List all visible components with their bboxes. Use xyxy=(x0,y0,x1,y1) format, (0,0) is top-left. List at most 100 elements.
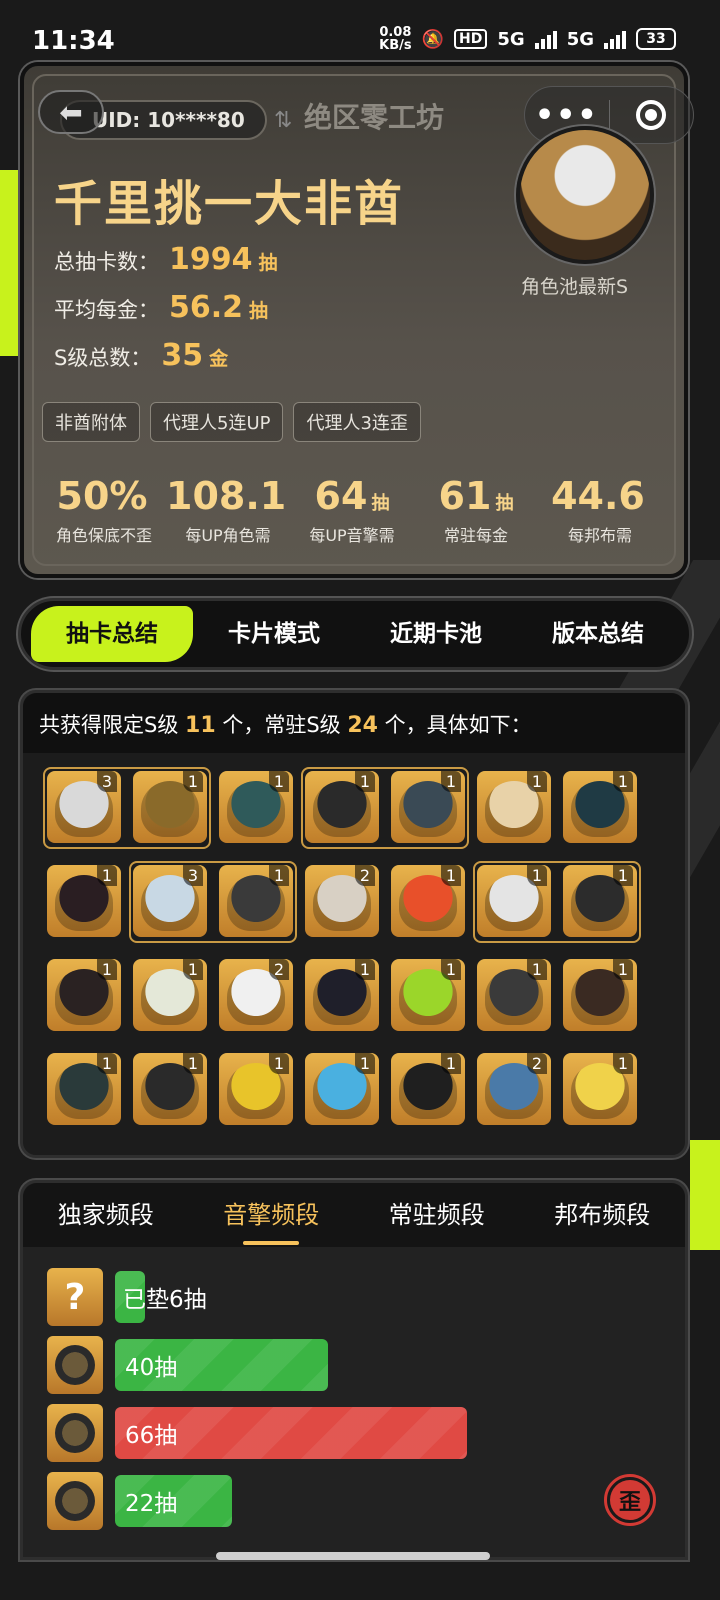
swap-icon[interactable]: ⇅ xyxy=(274,108,292,133)
item-count: 1 xyxy=(96,959,117,980)
item-count: 1 xyxy=(182,771,203,792)
item-slot-engine-2[interactable]: 1 xyxy=(391,771,465,843)
tag: 代理人3连歪 xyxy=(293,402,421,442)
pity-bar: 22抽 xyxy=(115,1475,232,1527)
pity-bar: 已垫6抽 xyxy=(115,1271,207,1323)
item-slot-char-5[interactable]: 1 xyxy=(563,771,637,843)
tag-list: 非酋附体 代理人5连UP 代理人3连歪 xyxy=(42,402,421,442)
item-slot-char-1[interactable]: 3 xyxy=(47,771,121,843)
unknown-icon[interactable]: ? xyxy=(47,1268,103,1326)
pity-row: 40抽 xyxy=(47,1335,328,1395)
item-count: 1 xyxy=(354,771,375,792)
item-slot-bangboo-12[interactable]: 2 xyxy=(477,1053,551,1125)
item-slot-bangboo-5[interactable]: 1 xyxy=(477,959,551,1031)
pity-row: 22抽 xyxy=(47,1471,232,1531)
net-speed: 0.08 KB/s xyxy=(379,25,412,53)
item-slot-char-7[interactable]: 3 xyxy=(133,865,207,937)
item-slot-char-9[interactable]: 1 xyxy=(391,865,465,937)
kpi-item: 108.1 每UP角色需 xyxy=(166,474,287,545)
item-slot-bangboo-1[interactable]: 1 xyxy=(133,959,207,1031)
stat-total-pulls: 总抽卡数： 1994 抽 xyxy=(54,242,278,277)
status-icons: 0.08 KB/s 🔕 HD 5G 5G 33 xyxy=(379,26,676,52)
item-count: 1 xyxy=(268,771,289,792)
item-slot-engine-3[interactable]: 1 xyxy=(219,865,293,937)
item-slot-char-3[interactable]: 1 xyxy=(305,771,379,843)
kpi-item: 44.6 每邦布需 xyxy=(551,474,645,545)
tab-pull-summary[interactable]: 抽卡总结 xyxy=(31,606,193,662)
tab-version-summary[interactable]: 版本总结 xyxy=(517,606,679,662)
item-count: 1 xyxy=(268,865,289,886)
results-summary: 共获得限定S级 11 个，常驻S级 24 个，具体如下： xyxy=(23,693,685,753)
wengine-icon[interactable] xyxy=(47,1404,103,1462)
tab-card-mode[interactable]: 卡片模式 xyxy=(193,606,355,662)
item-count: 1 xyxy=(354,959,375,980)
tag: 非酋附体 xyxy=(42,402,140,442)
item-count: 1 xyxy=(526,959,547,980)
profile-card: UID: 10****80 ⬅ ⇅ 绝区零工坊 ••• 千里挑一大非酋 总抽卡数… xyxy=(20,62,694,578)
item-slot-bangboo-13[interactable]: 1 xyxy=(563,1053,637,1125)
item-count: 1 xyxy=(182,1053,203,1074)
home-indicator[interactable] xyxy=(216,1552,490,1560)
item-count: 1 xyxy=(526,771,547,792)
item-count: 2 xyxy=(268,959,289,980)
item-count: 1 xyxy=(612,1053,633,1074)
pity-tabs: 独家频段 音擎频段 常驻频段 邦布频段 xyxy=(23,1183,685,1247)
item-slot-char-10[interactable]: 1 xyxy=(477,865,551,937)
item-slot-char-8[interactable]: 2 xyxy=(305,865,379,937)
kpi-item: 64 抽每UP音擎需 xyxy=(309,474,395,545)
club-name: 绝区零工坊 xyxy=(304,101,445,134)
stat-avg-per-gold: 平均每金： 56.2 抽 xyxy=(54,290,269,325)
wengine-icon[interactable] xyxy=(47,1336,103,1394)
tab-exclusive-channel[interactable]: 独家频段 xyxy=(23,1183,189,1247)
item-slot-bangboo-6[interactable]: 1 xyxy=(563,959,637,1031)
pity-label: 22抽 xyxy=(125,1491,178,1517)
bg-accent-left xyxy=(0,170,18,356)
item-slot-char-11[interactable]: 1 xyxy=(47,959,121,1031)
tag: 代理人5连UP xyxy=(150,402,284,442)
item-slot-bangboo-3[interactable]: 1 xyxy=(305,959,379,1031)
pity-label: 66抽 xyxy=(125,1423,178,1449)
item-slot-char-2[interactable]: 1 xyxy=(219,771,293,843)
item-slot-bangboo-9[interactable]: 1 xyxy=(219,1053,293,1125)
back-button[interactable]: ⬅ xyxy=(38,90,104,134)
pity-row: 66抽 xyxy=(47,1403,467,1463)
item-slot-bangboo-11[interactable]: 1 xyxy=(391,1053,465,1125)
item-count: 1 xyxy=(96,1053,117,1074)
item-count: 1 xyxy=(612,959,633,980)
item-count: 3 xyxy=(182,865,203,886)
item-count: 1 xyxy=(96,865,117,886)
item-count: 1 xyxy=(612,865,633,886)
item-slot-engine-1[interactable]: 1 xyxy=(133,771,207,843)
item-slot-bangboo-2[interactable]: 2 xyxy=(219,959,293,1031)
close-miniprogram-button[interactable] xyxy=(610,100,694,130)
item-count: 1 xyxy=(526,865,547,886)
tab-recent-pools[interactable]: 近期卡池 xyxy=(355,606,517,662)
off-rate-badge[interactable]: 歪 xyxy=(604,1474,656,1526)
wengine-icon[interactable] xyxy=(47,1472,103,1530)
tab-standard-channel[interactable]: 常驻频段 xyxy=(354,1183,520,1247)
item-count: 2 xyxy=(526,1053,547,1074)
back-arrow-icon: ⬅ xyxy=(59,95,83,129)
tab-bangboo-channel[interactable]: 邦布频段 xyxy=(520,1183,686,1247)
pity-row: ? 已垫6抽 xyxy=(47,1267,207,1327)
kpi-row: 50% 角色保底不歪 108.1 每UP角色需 64 抽每UP音擎需 61 抽常驻每金 … xyxy=(42,474,662,546)
item-count: 1 xyxy=(354,1053,375,1074)
tab-wengine-channel[interactable]: 音擎频段 xyxy=(189,1183,355,1247)
latest-s-avatar[interactable] xyxy=(516,126,654,264)
stat-s-total: S级总数： 35 金 xyxy=(54,338,229,373)
item-slot-engine-4[interactable]: 1 xyxy=(563,865,637,937)
item-slot-bangboo-10[interactable]: 1 xyxy=(305,1053,379,1125)
results-card: 共获得限定S级 11 个，常驻S级 24 个，具体如下： 3 1 1 1 1 1 1 1 3 1 2… xyxy=(20,690,688,1158)
signal-bars-icon-2 xyxy=(604,29,626,49)
item-count: 1 xyxy=(612,771,633,792)
item-slot-bangboo-8[interactable]: 1 xyxy=(133,1053,207,1125)
kpi-item: 50% 角色保底不歪 xyxy=(55,474,152,545)
pity-card: 独家频段 音擎频段 常驻频段 邦布频段 ? 已垫6抽 40抽 66抽 22抽 xyxy=(20,1180,688,1560)
item-slot-char-6[interactable]: 1 xyxy=(47,865,121,937)
item-slot-char-4[interactable]: 1 xyxy=(477,771,551,843)
avatar-label: 角色池最新S xyxy=(521,276,629,298)
main-tabs: 抽卡总结 卡片模式 近期卡池 版本总结 xyxy=(18,598,692,670)
battery-icon: 33 xyxy=(636,28,676,50)
item-slot-bangboo-7[interactable]: 1 xyxy=(47,1053,121,1125)
item-slot-bangboo-4[interactable]: 1 xyxy=(391,959,465,1031)
